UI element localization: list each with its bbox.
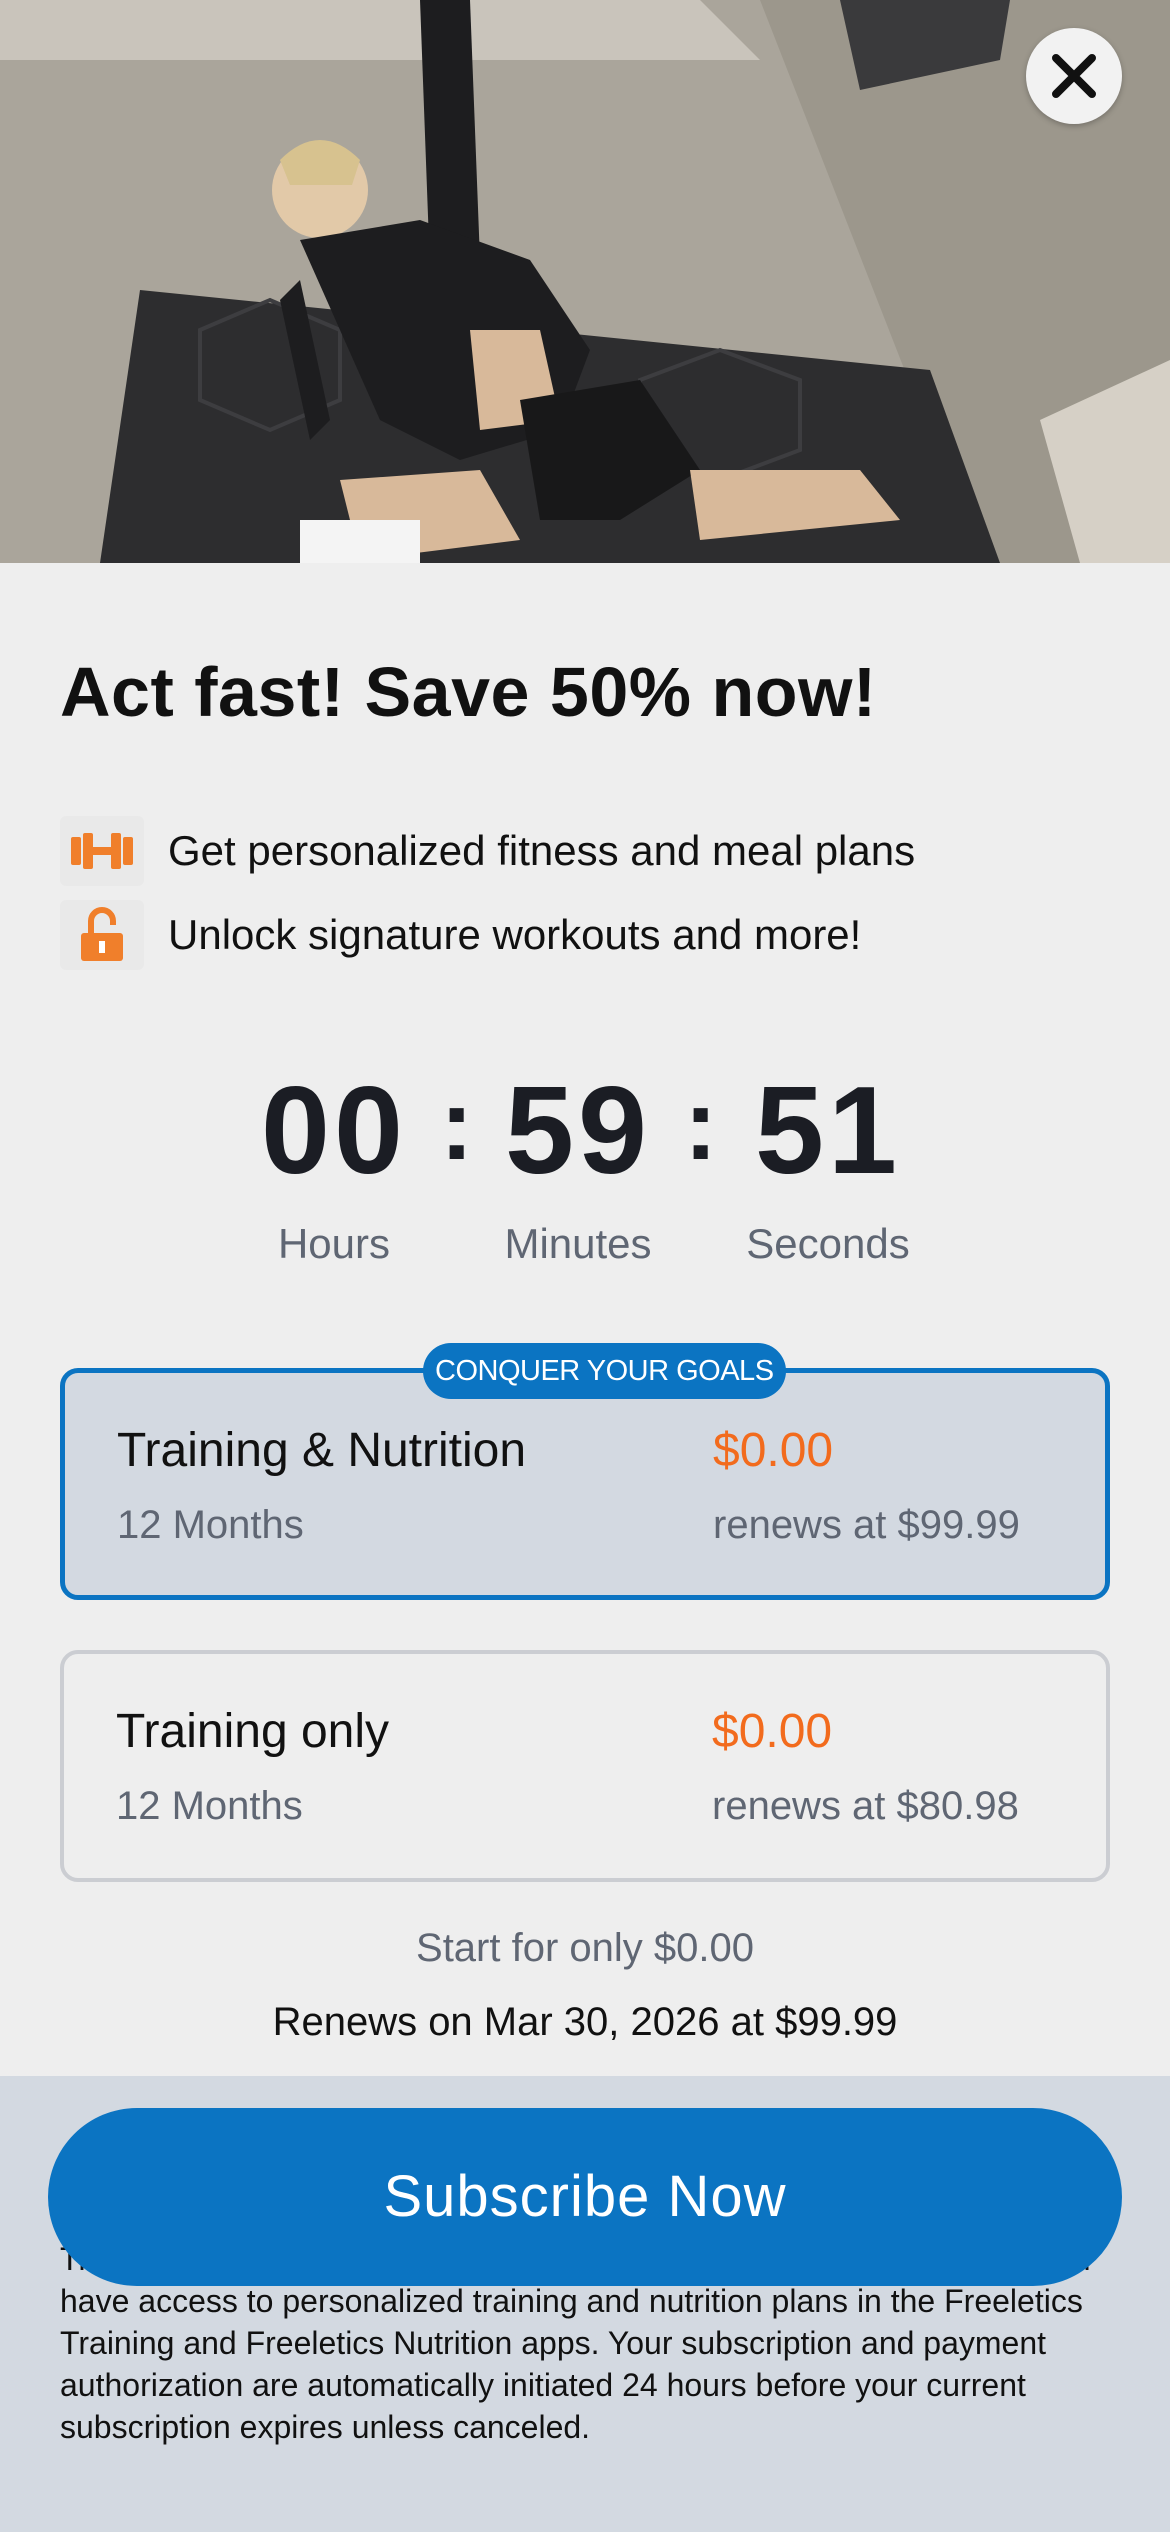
hero-image: [0, 0, 1170, 563]
subscribe-button[interactable]: Subscribe Now: [48, 2108, 1122, 2286]
countdown-hours: 00: [261, 1062, 407, 1200]
plan-card-training-nutrition[interactable]: Training & Nutrition 12 Months $0.00 ren…: [60, 1368, 1110, 1600]
close-button[interactable]: [1026, 28, 1122, 124]
feature-item: Get personalized fitness and meal plans: [60, 816, 915, 886]
dumbbell-icon: [60, 816, 144, 886]
plan-renewal: renews at $80.98: [712, 1784, 1019, 1828]
plan-card-training-only[interactable]: Training only 12 Months $0.00 renews at …: [60, 1650, 1110, 1882]
plan-name: Training & Nutrition: [117, 1424, 527, 1477]
plan-renewal: renews at $99.99: [713, 1503, 1020, 1547]
hero-photo-illustration: [0, 0, 1170, 563]
countdown-seconds-label: Seconds: [746, 1220, 910, 1267]
plan-badge: CONQUER YOUR GOALS: [423, 1343, 786, 1399]
countdown-minutes: 59: [505, 1062, 651, 1200]
plan-price: $0.00: [712, 1705, 833, 1758]
countdown-minutes-label: Minutes: [504, 1220, 652, 1267]
renewal-date-text: Renews on Mar 30, 2026 at $99.99: [272, 2000, 898, 2044]
countdown-separator: :: [684, 1069, 718, 1181]
plan-duration: 12 Months: [116, 1784, 303, 1828]
feature-text: Get personalized fitness and meal plans: [168, 827, 916, 874]
plan-duration: 12 Months: [117, 1503, 304, 1547]
countdown-seconds: 51: [755, 1062, 901, 1200]
start-price-text: Start for only $0.00: [416, 1926, 754, 1970]
page-title: Act fast! Save 50% now!: [60, 653, 877, 731]
unlock-icon: [60, 900, 144, 970]
plan-price: $0.00: [713, 1424, 834, 1477]
countdown-hours-label: Hours: [277, 1220, 391, 1267]
close-icon: [1052, 54, 1096, 98]
feature-text: Unlock signature workouts and more!: [168, 911, 862, 958]
plan-name: Training only: [116, 1705, 390, 1758]
countdown-timer: 00 : 59 : 51 Hours Minutes Seconds: [0, 1060, 1170, 1280]
feature-item: Unlock signature workouts and more!: [60, 900, 861, 970]
